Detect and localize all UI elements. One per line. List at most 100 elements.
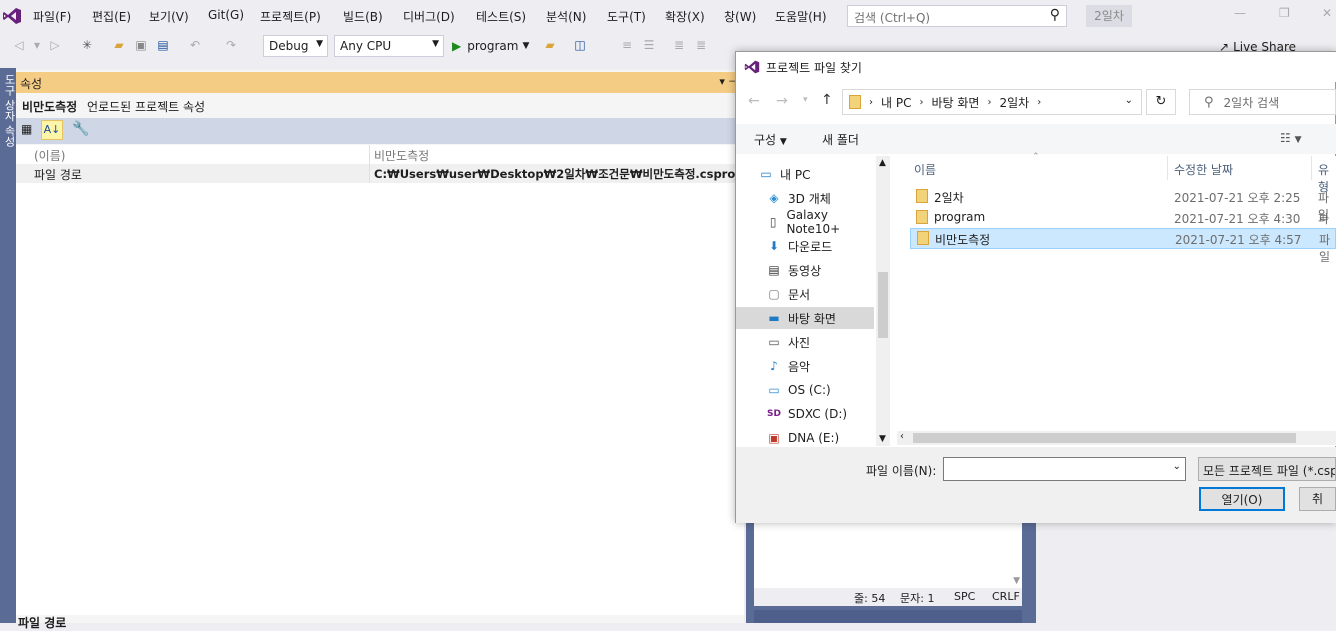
forward-icon[interactable]: ▷ bbox=[48, 38, 62, 52]
breadcrumb-pc[interactable]: 내 PC bbox=[881, 94, 911, 111]
column-name[interactable]: 이름 bbox=[914, 161, 936, 178]
property-name: 파일 경로 bbox=[34, 168, 82, 182]
menu-project[interactable]: 프로젝트(P) bbox=[260, 8, 321, 25]
breadcrumb-desktop[interactable]: 바탕 화면 bbox=[931, 94, 979, 111]
nav-item-pictures[interactable]: ▭ 사진 bbox=[766, 331, 810, 353]
open-button[interactable]: 열기(O) bbox=[1199, 487, 1285, 511]
status-eol: CRLF bbox=[992, 590, 1020, 603]
breadcrumb-separator: › bbox=[987, 96, 992, 108]
menu-extensions[interactable]: 확장(X) bbox=[665, 8, 705, 25]
property-row[interactable]: (이름) 비만도측정 bbox=[16, 145, 744, 164]
toolbox-icon[interactable]: ◫ bbox=[573, 38, 587, 52]
nav-scrollbar[interactable]: ▲ ▼ bbox=[876, 156, 890, 446]
save-all-icon[interactable]: ▤ bbox=[156, 38, 170, 52]
back-icon[interactable]: ◁ bbox=[12, 38, 26, 52]
recent-locations-icon[interactable]: ▾ bbox=[803, 95, 808, 105]
platform-value: Any CPU bbox=[340, 39, 392, 53]
menu-build[interactable]: 빌드(B) bbox=[343, 8, 383, 25]
vs-logo-icon bbox=[2, 6, 22, 26]
scroll-down-icon[interactable]: ▼ bbox=[1013, 576, 1020, 586]
dialog-footer: 파일 이름(N): ⌄ 모든 프로젝트 파일 (*.csp 열기(O) 취 bbox=[736, 447, 1336, 523]
file-type-filter[interactable]: 모든 프로젝트 파일 (*.csp bbox=[1198, 457, 1336, 481]
restore-icon[interactable]: ❐ bbox=[1279, 6, 1290, 20]
new-project-icon[interactable]: ✳ bbox=[80, 38, 94, 52]
dialog-title: 프로젝트 파일 찾기 bbox=[766, 60, 862, 75]
forward-arrow-icon[interactable]: → bbox=[776, 93, 788, 109]
file-name: program bbox=[934, 210, 986, 224]
nav-item-3d[interactable]: ◈ 3D 개체 bbox=[766, 187, 830, 209]
view-options-icon[interactable]: ☷ ▼ bbox=[1280, 131, 1302, 145]
vs-search-box[interactable]: 검색 (Ctrl+Q) ⚲ bbox=[847, 5, 1067, 27]
column-modified[interactable]: 수정한 날짜 bbox=[1174, 161, 1233, 178]
new-folder-button[interactable]: 새 폴더 bbox=[822, 131, 859, 148]
solution-name-badge: 2일차 bbox=[1086, 5, 1132, 27]
editor-status-bar: 줄: 54 문자: 1 SPC CRLF bbox=[754, 588, 1022, 606]
nav-item-downloads[interactable]: ⬇ 다운로드 bbox=[766, 235, 832, 257]
side-strip-label[interactable]: 도구 상자 속성 bbox=[1, 74, 17, 147]
categorized-icon[interactable]: ▦ bbox=[21, 122, 37, 138]
menu-analyze[interactable]: 분석(N) bbox=[546, 8, 586, 25]
menu-git[interactable]: Git(G) bbox=[208, 8, 244, 22]
nav-item-videos[interactable]: ▤ 동영상 bbox=[766, 259, 821, 281]
menu-test[interactable]: 테스트(S) bbox=[476, 8, 526, 25]
undo-icon[interactable]: ↶ bbox=[188, 38, 202, 52]
property-row[interactable]: 파일 경로 C:₩Users₩user₩Desktop₩2일차₩조건문₩비만도측… bbox=[16, 164, 744, 183]
menu-debug[interactable]: 디버그(D) bbox=[403, 8, 455, 25]
cancel-button[interactable]: 취 bbox=[1299, 487, 1336, 511]
wrench-icon[interactable]: 🔧 bbox=[72, 121, 89, 137]
nav-item-desktop[interactable]: ▬ 바탕 화면 bbox=[736, 307, 874, 329]
chevron-down-icon[interactable]: ⌄ bbox=[1173, 461, 1181, 472]
scroll-down-icon[interactable]: ▼ bbox=[879, 434, 886, 444]
platform-dropdown[interactable]: Any CPU ▼ bbox=[334, 35, 444, 57]
indent-icon[interactable]: ☰ bbox=[642, 38, 656, 52]
scroll-thumb[interactable] bbox=[913, 433, 1296, 443]
sort-ascending-icon: ⌃ bbox=[1032, 152, 1040, 162]
breadcrumb-folder[interactable]: 2일차 bbox=[999, 94, 1029, 111]
menu-file[interactable]: 파일(F) bbox=[33, 8, 71, 25]
menu-help[interactable]: 도움말(H) bbox=[775, 8, 827, 25]
minimize-icon[interactable]: — bbox=[1234, 6, 1246, 20]
folder-icon bbox=[916, 210, 928, 224]
run-button-label: program bbox=[467, 39, 519, 53]
nav-item-pc[interactable]: ▭ 내 PC bbox=[758, 163, 810, 185]
redo-icon[interactable]: ↷ bbox=[224, 38, 238, 52]
menu-edit[interactable]: 편집(E) bbox=[92, 8, 131, 25]
file-row[interactable]: program 2021-07-21 오후 4:30 파일 bbox=[910, 207, 1336, 243]
alphabetical-icon[interactable]: A↓ bbox=[41, 120, 63, 140]
dialog-search-box[interactable]: ⚲ 2일차 검색 bbox=[1189, 89, 1336, 115]
file-row[interactable]: 2일차 2021-07-21 오후 2:25 파일 bbox=[910, 186, 1336, 222]
open-folder-icon[interactable]: ▰ bbox=[112, 38, 126, 52]
nav-item-drive-d[interactable]: SD SDXC (D:) bbox=[766, 403, 847, 425]
find-in-files-icon[interactable]: ▰ bbox=[543, 38, 557, 52]
align-icon[interactable]: ≡ bbox=[620, 38, 634, 52]
dialog-title-bar: 프로젝트 파일 찾기 bbox=[736, 52, 1336, 82]
address-bar[interactable]: › 내 PC › 바탕 화면 › 2일차 › ⌄ bbox=[842, 89, 1142, 115]
config-dropdown[interactable]: Debug ▼ bbox=[263, 35, 328, 57]
menu-tools[interactable]: 도구(T) bbox=[607, 8, 646, 25]
close-icon[interactable]: ✕ bbox=[1322, 6, 1332, 20]
menu-view[interactable]: 보기(V) bbox=[149, 8, 189, 25]
nav-item-drive-c[interactable]: ▭ OS (C:) bbox=[766, 379, 830, 401]
file-list-hscrollbar[interactable]: ‹ bbox=[897, 431, 1336, 445]
nav-item-drive-e[interactable]: ▣ DNA (E:) bbox=[766, 427, 839, 449]
back-arrow-icon[interactable]: ← bbox=[748, 93, 760, 109]
up-arrow-icon[interactable]: ↑ bbox=[821, 92, 833, 108]
organize-button[interactable]: 구성 ▼ bbox=[754, 131, 787, 148]
scroll-thumb[interactable] bbox=[878, 272, 888, 338]
nav-item-music[interactable]: ♪ 음악 bbox=[766, 355, 810, 377]
run-button[interactable]: ▶ program ▼ bbox=[452, 37, 529, 55]
nav-item-phone[interactable]: ▯ Galaxy Note10+ bbox=[766, 208, 876, 236]
save-icon[interactable]: ▣ bbox=[134, 38, 148, 52]
menu-window[interactable]: 창(W) bbox=[724, 8, 756, 25]
refresh-icon[interactable]: ↻ bbox=[1146, 89, 1176, 115]
file-row-selected[interactable]: 비만도측정 2021-07-21 오후 4:57 파일 bbox=[910, 228, 1336, 264]
uncomment-icon[interactable]: ≣ bbox=[694, 38, 708, 52]
comment-icon[interactable]: ≣ bbox=[672, 38, 686, 52]
filename-input[interactable]: ⌄ bbox=[943, 457, 1186, 481]
properties-object-bar: 비만도측정 언로드된 프로젝트 속성 bbox=[16, 93, 744, 117]
dropdown-arrow-icon[interactable]: ▾ bbox=[30, 38, 44, 52]
scroll-up-icon[interactable]: ▲ bbox=[879, 158, 886, 168]
nav-item-documents[interactable]: ▢ 문서 bbox=[766, 283, 810, 305]
scroll-left-icon[interactable]: ‹ bbox=[900, 431, 904, 442]
chevron-down-icon[interactable]: ⌄ bbox=[1125, 95, 1133, 106]
